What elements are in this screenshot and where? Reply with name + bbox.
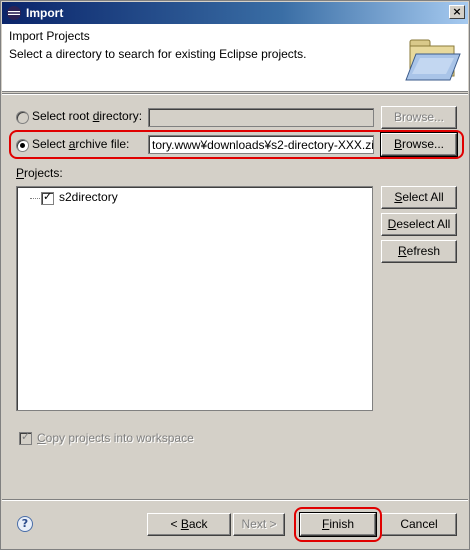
root-directory-label: Select root directory: [32, 109, 143, 123]
page-description: Select a directory to search for existin… [9, 47, 307, 61]
cancel-button[interactable]: Cancel [381, 513, 457, 536]
next-button[interactable]: Next > [233, 513, 285, 536]
copy-projects-checkbox[interactable] [19, 430, 32, 445]
root-directory-input[interactable] [148, 108, 374, 127]
footer-separator [2, 499, 468, 501]
folder-icon [405, 39, 461, 81]
header-separator [2, 93, 468, 95]
window-title: Import [26, 6, 64, 20]
refresh-button[interactable]: Refresh [381, 240, 457, 263]
select-all-button[interactable]: Select All [381, 186, 457, 209]
import-dialog: Import × Import Projects Select a direct… [0, 0, 470, 550]
projects-list[interactable]: s2directory [16, 186, 373, 411]
finish-highlight [294, 507, 382, 542]
root-browse-button[interactable]: Browse... [381, 106, 457, 129]
wizard-header: Import Projects Select a directory to se… [2, 24, 468, 92]
copy-projects-label: Copy projects into workspace [37, 431, 194, 445]
page-title: Import Projects [9, 29, 90, 43]
project-checkbox[interactable] [41, 190, 54, 205]
project-item-label: s2directory [59, 190, 118, 204]
root-directory-radio[interactable] [16, 111, 29, 124]
back-button[interactable]: < Back [147, 513, 231, 536]
eclipse-icon [7, 6, 21, 20]
close-button[interactable]: × [449, 5, 465, 19]
help-icon[interactable]: ? [17, 516, 33, 532]
deselect-all-button[interactable]: Deselect All [381, 213, 457, 236]
archive-row-highlight [9, 130, 464, 159]
projects-label: Projects: [16, 166, 63, 180]
title-bar[interactable]: Import × [2, 2, 468, 24]
